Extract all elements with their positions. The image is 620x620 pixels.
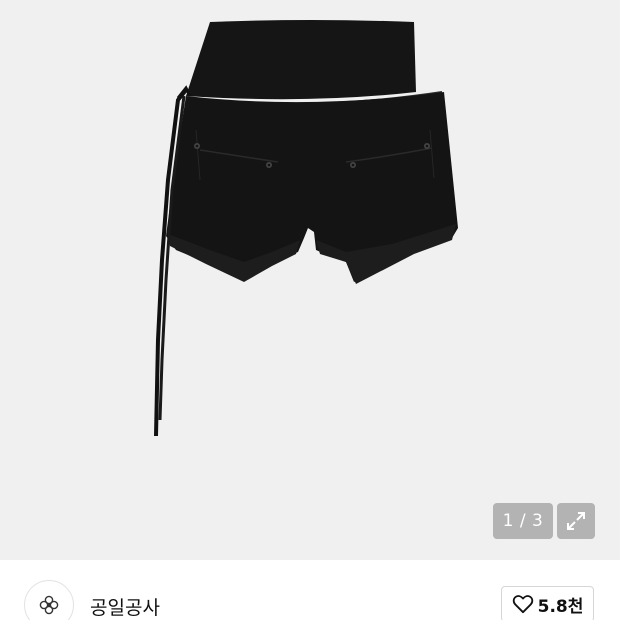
like-button[interactable]: 5.8천 xyxy=(501,586,594,620)
product-image xyxy=(154,20,458,437)
like-count: 5.8천 xyxy=(537,596,584,617)
expand-icon xyxy=(567,512,585,530)
heart-outline-icon xyxy=(512,595,533,614)
flower-logo-icon xyxy=(39,595,59,615)
pager-text: 1 / 3 xyxy=(502,511,544,531)
product-image-gallery[interactable]: 1 / 3 xyxy=(0,0,620,560)
product-page: 1 / 3 공일공사 5.8천 xyxy=(0,0,620,620)
seller-avatar[interactable] xyxy=(24,580,74,620)
seller-bar: 공일공사 5.8천 xyxy=(0,560,620,620)
expand-image-button[interactable] xyxy=(557,503,595,539)
image-pager: 1 / 3 xyxy=(493,503,553,539)
seller-name[interactable]: 공일공사 xyxy=(90,593,160,620)
